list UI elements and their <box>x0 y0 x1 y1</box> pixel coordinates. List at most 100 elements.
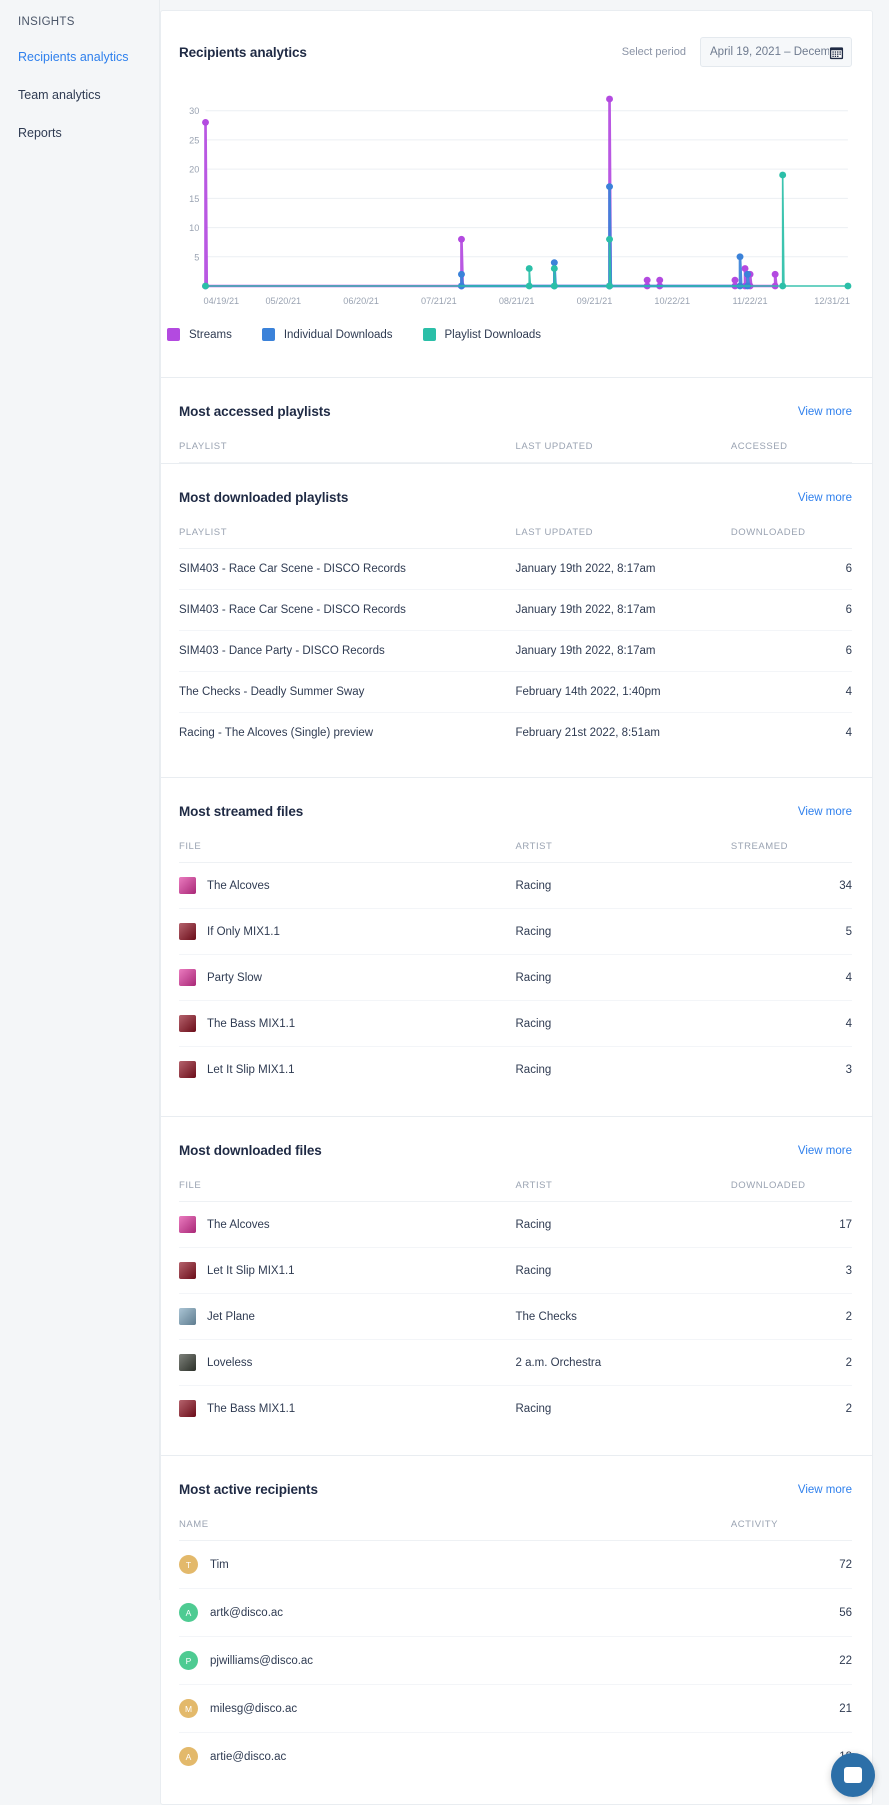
column-header-last-updated: LAST UPDATED <box>515 505 731 549</box>
cell-updated: February 21st 2022, 8:51am <box>515 727 660 739</box>
column-header-file: FILE <box>179 819 516 863</box>
table-row[interactable]: Let It Slip MIX1.1 Racing 3 <box>179 1047 852 1093</box>
cell-playlist: Racing - The Alcoves (Single) preview <box>179 727 374 739</box>
cell-count: 3 <box>730 1247 852 1294</box>
recipients-analytics-card: Recipients analytics Select period April… <box>160 10 873 377</box>
table-row[interactable]: The Alcoves Racing 34 <box>179 862 852 909</box>
cell-file: Party Slow <box>179 954 516 1001</box>
table-row[interactable]: SIM403 - Dance Party - DISCO Records Janu… <box>179 630 852 672</box>
table-row[interactable]: Aartie@disco.ac18 <box>179 1733 852 1781</box>
file-artwork-thumbnail <box>179 1308 196 1325</box>
legend-swatch-streams <box>167 328 180 341</box>
legend-item-streams[interactable]: Streams <box>167 328 232 341</box>
cell-playlist: SIM403 - Dance Party - DISCO Records <box>179 630 516 672</box>
avatar: P <box>179 1651 198 1670</box>
cell-file: If Only MIX1.1 <box>179 908 516 955</box>
cell-updated: January 19th 2022, 8:17am <box>515 548 731 590</box>
table-row[interactable]: The Alcoves Racing 17 <box>179 1201 852 1248</box>
table-row[interactable]: SIM403 - Race Car Scene - DISCO Records J… <box>179 589 852 631</box>
view-more-most-downloaded-files[interactable]: View more <box>798 1145 852 1157</box>
table-row[interactable]: Ppjwilliams@disco.ac 22 <box>179 1636 852 1685</box>
cell-activity: 21 <box>730 1684 852 1733</box>
cell-activity: 56 <box>730 1588 852 1637</box>
cell-updated: February 14th 2022, 1:40pm <box>515 671 731 713</box>
date-range-input[interactable]: April 19, 2021 – Decemb <box>700 37 852 67</box>
section-title: Most downloaded playlists <box>179 490 349 505</box>
svg-text:5: 5 <box>194 252 199 262</box>
svg-text:11/22/21: 11/22/21 <box>733 296 768 306</box>
file-artwork-thumbnail <box>179 1262 196 1279</box>
table-row[interactable]: The Bass MIX1.1 Racing 2 <box>179 1386 852 1432</box>
cell-count: 4 <box>730 671 852 713</box>
legend-swatch-individual-downloads <box>261 328 275 341</box>
sidebar-item-reports[interactable]: Reports <box>18 126 159 141</box>
table-row[interactable]: Loveless 2 a.m. Orchestra 2 <box>179 1339 852 1386</box>
cell-name: Aartie@disco.ac <box>179 1733 516 1781</box>
cell-updated: January 19th 2022, 8:17am <box>515 589 731 631</box>
view-more-most-active-recipients[interactable]: View more <box>798 1484 852 1496</box>
column-header-playlist: PLAYLIST <box>179 419 516 463</box>
table-row[interactable]: The Checks - Deadly Summer Sway February … <box>179 671 852 713</box>
cell-artist: Racing <box>515 1402 552 1415</box>
table-row[interactable]: The Bass MIX1.1 Racing 4 <box>179 1000 852 1047</box>
table-row[interactable]: Jet Plane The Checks 2 <box>179 1293 852 1340</box>
svg-text:30: 30 <box>189 106 199 116</box>
most-downloaded-playlists-card: Most downloaded playlists View more PLAY… <box>160 463 873 777</box>
file-artwork-thumbnail <box>179 1216 196 1233</box>
cell-file: The Alcoves <box>179 1201 516 1248</box>
table-row[interactable]: Party Slow Racing 4 <box>179 954 852 1001</box>
file-name: Loveless <box>207 1356 253 1369</box>
sidebar-item-team-analytics[interactable]: Team analytics <box>18 88 159 103</box>
column-header-downloaded: DOWNLOADED <box>730 1158 852 1202</box>
legend-item-individual-downloads[interactable]: Individual Downloads <box>261 328 393 341</box>
most-active-recipients-table: NAME ACTIVITY T Tim 72 Aartk@disco.ac 56 Ppjw… <box>179 1497 852 1780</box>
avatar: T <box>179 1555 198 1574</box>
table-row[interactable]: Mmilesg@disco.ac 21 <box>179 1684 852 1733</box>
most-downloaded-playlists-body: SIM403 - Race Car Scene - DISCO Records J… <box>179 548 852 754</box>
most-active-recipients-card: Most active recipients View more NAME AC… <box>160 1455 873 1805</box>
table-row[interactable]: T Tim 72 <box>179 1540 852 1589</box>
table-row[interactable]: If Only MIX1.1 Racing 5 <box>179 908 852 955</box>
svg-text:09/21/21: 09/21/21 <box>577 296 613 306</box>
file-name: The Bass MIX1.1 <box>207 1017 296 1030</box>
cell-count: 6 <box>730 630 852 672</box>
chart-legend: Streams Individual Downloads Playlist Do… <box>161 314 872 377</box>
svg-text:07/21/21: 07/21/21 <box>421 296 457 306</box>
main-content: Recipients analytics Select period April… <box>160 0 889 1805</box>
cell-artist: Racing <box>515 908 731 955</box>
cell-playlist: SIM403 - Race Car Scene - DISCO Records <box>179 548 516 590</box>
section-title: Most downloaded files <box>179 1143 322 1158</box>
most-downloaded-files-body: The Alcoves Racing 17 Let It Slip MIX1.1 Rac… <box>179 1201 852 1432</box>
svg-text:10/22/21: 10/22/21 <box>654 296 690 306</box>
cell-count: 2 <box>730 1293 852 1340</box>
view-more-most-accessed-playlists[interactable]: View more <box>798 406 852 418</box>
analytics-header: Recipients analytics Select period April… <box>161 11 872 67</box>
table-row[interactable]: Racing - The Alcoves (Single) preview Feb… <box>179 713 852 754</box>
view-more-most-streamed-files[interactable]: View more <box>798 806 852 818</box>
svg-text:10: 10 <box>189 223 199 233</box>
analytics-chart: 5 10 15 20 25 30 04/19/21 05/20/21 06/20/21 07/21… <box>161 67 872 314</box>
cell-updated: January 19th 2022, 8:17am <box>515 630 731 672</box>
most-streamed-files-table: FILE ARTIST STREAMED The Alcoves Racing 34… <box>179 819 852 1092</box>
table-row[interactable]: SIM403 - Race Car Scene - DISCO Records J… <box>179 548 852 590</box>
column-header-spacer <box>515 1497 731 1541</box>
sidebar-item-recipients-analytics[interactable]: Recipients analytics <box>18 50 159 65</box>
most-active-recipients-table-wrap: NAME ACTIVITY T Tim 72 Aartk@disco.ac 56 Ppjw… <box>161 1497 872 1780</box>
cell-count: 34 <box>730 862 852 909</box>
column-header-artist: ARTIST <box>515 819 731 863</box>
calendar-icon <box>829 45 844 60</box>
cell-spacer <box>516 1733 731 1781</box>
file-name: Party Slow <box>207 971 262 984</box>
cell-name: Aartk@disco.ac <box>179 1588 516 1637</box>
file-name: Let It Slip MIX1.1 <box>207 1264 295 1277</box>
view-more-most-downloaded-playlists[interactable]: View more <box>798 492 852 504</box>
cell-spacer <box>515 1684 731 1733</box>
table-row[interactable]: Let It Slip MIX1.1 Racing 3 <box>179 1247 852 1294</box>
chat-bubble-button[interactable] <box>831 1753 875 1797</box>
cell-count: 6 <box>730 589 852 631</box>
cell-file: The Bass MIX1.1 <box>179 1386 516 1432</box>
svg-text:05/20/21: 05/20/21 <box>265 296 301 306</box>
column-header-artist: ARTIST <box>515 1158 731 1202</box>
legend-item-playlist-downloads[interactable]: Playlist Downloads <box>422 328 541 341</box>
table-row[interactable]: Aartk@disco.ac 56 <box>179 1588 852 1637</box>
